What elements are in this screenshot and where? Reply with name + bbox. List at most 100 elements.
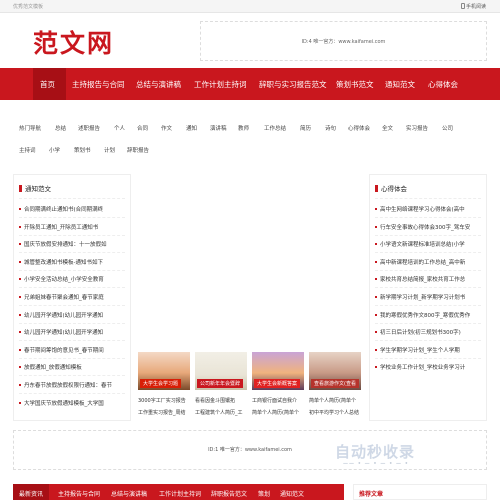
notice-list-item[interactable]: 放假通知_放假通知模板 (19, 363, 127, 371)
mobile-read-link[interactable]: 手机阅读 (460, 3, 486, 10)
nav-item-notice[interactable]: 通知范文 (385, 79, 415, 90)
tag-link[interactable]: 小学 (49, 146, 60, 154)
featured-card-label: 大学生会学习题 (140, 379, 182, 388)
experience-list-item[interactable]: 高中新课程培训的工作总结_高中新 (375, 258, 483, 266)
nav-item-report-contract[interactable]: 主持报告与合同 (72, 79, 125, 90)
experience-list-item[interactable]: 学校业务工作计划_学校业务学习计 (375, 363, 483, 371)
notice-list-item-text: 幼儿园开学通知(幼儿园开学通知 (24, 330, 104, 337)
tag-link[interactable]: 述职报告 (78, 124, 100, 132)
notice-list-item-text: 丹东春节放假放假权限行通知：春节 (24, 383, 113, 389)
experience-list-item[interactable]: 学生学期学习计划_学生个人学期 (375, 346, 483, 354)
featured-card-image[interactable]: 大学生会新概答案 (252, 352, 304, 390)
divider (19, 217, 125, 218)
divider (19, 305, 125, 306)
tag-link[interactable]: 作文 (161, 124, 172, 132)
experience-list-item-text: 家校共育总结简报_家校共育工作总 (380, 277, 466, 284)
featured-card-link[interactable]: 看看因金斗围镶拓 (195, 397, 235, 404)
nav2-item[interactable]: 工作计划主持词 (159, 489, 201, 498)
experience-list-item-text: 高中生网络课程学习心得体会(高中 (380, 207, 465, 213)
nav2-item[interactable]: 通知范文 (280, 489, 304, 498)
tag-link[interactable]: 简历 (300, 124, 311, 132)
featured-card-link[interactable]: 工商银行面试自我介 (252, 397, 297, 404)
featured-card-link[interactable]: 简单个人简历(简单个 (252, 409, 299, 416)
featured-card-image[interactable]: 大学生会学习题 (138, 352, 190, 390)
tag-link[interactable]: 公司 (442, 124, 453, 132)
featured-card-link[interactable]: 3000字工厂实习报告 (138, 397, 186, 404)
tag-link[interactable]: 主持词 (19, 146, 36, 154)
notice-list-item[interactable]: 春节期间筹饱的意见书_春节期间 (19, 346, 127, 354)
tag-link[interactable]: 合同 (137, 124, 148, 132)
experience-list-item[interactable]: 初三日后计划(初三规划书300字) (375, 328, 483, 336)
experience-list-item[interactable]: 家校共育总结简报_家校共育工作总 (375, 275, 483, 283)
tag-link[interactable]: 诗句 (325, 124, 336, 132)
bullet-icon (19, 366, 21, 369)
notice-list-item[interactable]: 大学国庆节放假通知模板_大学国 (19, 399, 127, 407)
notice-list-item[interactable]: 合同期满终止通知书(合同期满终 (19, 205, 127, 213)
featured-card-image[interactable]: 查看旅游作文(查看 (309, 352, 361, 390)
divider (375, 305, 481, 306)
experience-box-title-text: 心得体会 (381, 185, 407, 193)
tag-link[interactable]: 全文 (382, 124, 393, 132)
nav-item-work-plan[interactable]: 工作计划主持词 (194, 79, 247, 90)
experience-list-item[interactable]: 我的寒假优秀作文800字_寒假优秀作 (375, 311, 483, 319)
nav-item-planning[interactable]: 策划书范文 (336, 79, 374, 90)
header-ad-text: ID:4 唯一官方：www.kaifamei.com (301, 39, 386, 45)
header-ad-banner[interactable]: ID:4 唯一官方：www.kaifamei.com (200, 21, 487, 61)
notice-list-item[interactable]: 丹东春节放假放假权限行通知：春节 (19, 381, 127, 389)
experience-list-item[interactable]: 新学期学习计划_新学期学习计划书 (375, 293, 483, 301)
site-tagline[interactable]: 优秀范文模板 (13, 3, 43, 10)
tag-link[interactable]: 心得体会 (348, 124, 370, 132)
notice-list-item-text: 兄弟姐妹春节聚会通知_春节家庭 (24, 295, 104, 301)
site-logo[interactable]: 范文网 (33, 24, 114, 60)
featured-card-link[interactable]: 工作重实习报告_周结 (138, 409, 186, 416)
tag-link[interactable]: 通知 (186, 124, 197, 132)
recommend-title: 推荐文章 (359, 491, 384, 498)
notice-list-item[interactable]: 小学安全活动总结_小学安全教育 (19, 275, 127, 283)
notice-list-item[interactable]: 国庆节放假安排通知：十一放假如 (19, 240, 127, 248)
nav-item-resign-intern[interactable]: 辞职与实习报告范文 (259, 79, 327, 90)
watermark-subtext: —— • — • — • — • (343, 461, 409, 467)
featured-card-link[interactable]: 初中平均学习个人总结 (309, 409, 359, 416)
bullet-icon (19, 296, 21, 298)
nav2-item[interactable]: 总结与演讲稿 (111, 489, 147, 498)
tag-link[interactable]: 策划书 (74, 146, 91, 154)
bullet-icon (19, 401, 21, 404)
notice-list-item[interactable]: 城管整改通知书模板-通知书如下 (19, 258, 127, 266)
nav-item-experience[interactable]: 心得体会 (428, 79, 458, 90)
featured-card-link[interactable]: 简单个人简历(简单个 (309, 397, 356, 404)
nav2-item[interactable]: 主持报告与合同 (58, 489, 100, 498)
tag-link[interactable]: 演讲稿 (210, 124, 227, 132)
bullet-icon (19, 278, 21, 281)
watermark-text: 自动秒收录 (335, 443, 416, 461)
tag-link[interactable]: 教师 (238, 124, 249, 132)
experience-list-item[interactable]: 高中生网络课程学习心得体会(高中 (375, 205, 483, 213)
nav2-item[interactable]: 辞职报告范文 (211, 489, 247, 498)
notice-list-item[interactable]: 幼儿园开学通知(幼儿园开学通知 (19, 328, 127, 336)
nav2-item[interactable]: 最新资讯 (19, 489, 43, 498)
nav-item-home[interactable]: 首页 (40, 79, 55, 90)
tag-link[interactable]: 热门导航 (19, 124, 41, 132)
experience-list-item[interactable]: 小学语文新课程标准培训总结(小学 (375, 240, 483, 248)
experience-list-item-text: 初三日后计划(初三规划书300字) (380, 330, 461, 337)
bullet-icon (375, 331, 377, 334)
bottom-ad-banner[interactable]: ID:1 唯一官方：www.kaifamei.com (13, 430, 487, 470)
featured-card-image[interactable]: 公司新年年会暨辞 (195, 352, 247, 390)
notice-list-item-text: 放假通知_放假通知模板 (24, 365, 82, 372)
experience-list-item[interactable]: 行车安全事故心得体会300字_驾车安 (375, 223, 483, 231)
notice-list-item[interactable]: 兄弟姐妹春节聚会通知_春节家庭 (19, 293, 127, 301)
featured-card-link[interactable]: 工程建筑个人简历_工 (195, 409, 243, 416)
experience-list-item-text: 小学语文新课程标准培训总结(小学 (380, 242, 465, 249)
tag-link[interactable]: 辞职报告 (127, 146, 149, 154)
divider (375, 322, 481, 324)
tag-link[interactable]: 总结 (55, 124, 66, 132)
nav2-item[interactable]: 策划 (258, 489, 270, 498)
nav-item-summary-speech[interactable]: 总结与演讲稿 (136, 79, 181, 90)
tag-link[interactable]: 计划 (104, 146, 115, 154)
notice-list-item[interactable]: 开除员工通知_开除员工通知书 (19, 223, 127, 231)
notice-list-item[interactable]: 幼儿园开学通知(幼儿园开学通知 (19, 311, 127, 319)
tag-link[interactable]: 工作总结 (264, 124, 286, 132)
divider (375, 340, 481, 342)
divider (375, 269, 481, 271)
tag-link[interactable]: 个人 (114, 124, 125, 132)
tag-link[interactable]: 实习报告 (406, 124, 428, 132)
